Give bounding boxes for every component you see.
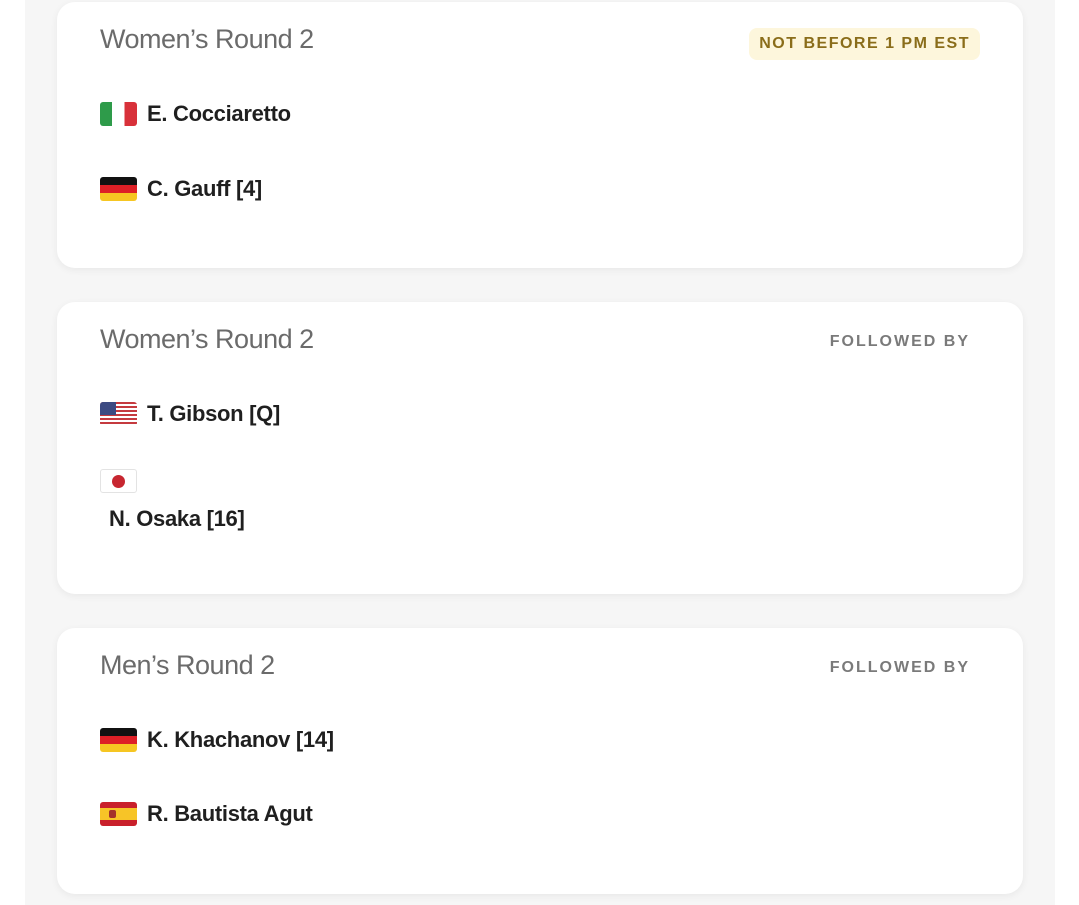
player-name: K. Khachanov [14] — [147, 727, 334, 752]
player-name: R. Bautista Agut — [147, 801, 313, 826]
germany-flag-icon — [100, 177, 137, 201]
start-time-badge: NOT BEFORE 1 PM EST — [749, 28, 980, 60]
germany-flag-icon — [100, 728, 137, 752]
order-badge: FOLLOWED BY — [829, 659, 970, 676]
player-name: N. Osaka [16] — [109, 506, 245, 531]
player-name: T. Gibson [Q] — [147, 401, 280, 426]
player-name: C. Gauff [4] — [147, 176, 262, 201]
player-row[interactable]: C. Gauff [4] — [100, 176, 262, 202]
match-card[interactable]: Women’s Round 2 FOLLOWED BY T. Gibson [Q… — [57, 302, 1023, 594]
order-badge: FOLLOWED BY — [829, 333, 970, 350]
player-row[interactable]: E. Cocciaretto — [100, 101, 291, 127]
italy-flag-icon — [100, 102, 137, 126]
spain-flag-icon — [100, 802, 137, 826]
usa-flag-icon — [100, 402, 137, 426]
player-row[interactable]: T. Gibson [Q] — [100, 401, 280, 427]
player-row[interactable]: R. Bautista Agut — [100, 801, 313, 827]
match-card[interactable]: Women’s Round 2 NOT BEFORE 1 PM EST E. C… — [57, 2, 1023, 268]
match-card[interactable]: Men’s Round 2 FOLLOWED BY K. Khachanov [… — [57, 628, 1023, 894]
player-row[interactable]: K. Khachanov [14] — [100, 727, 334, 753]
player-row[interactable]: N. Osaka [16] — [100, 469, 245, 532]
match-round-title: Men’s Round 2 — [100, 650, 275, 680]
player-name: E. Cocciaretto — [147, 101, 291, 126]
match-round-title: Women’s Round 2 — [100, 324, 314, 354]
match-round-title: Women’s Round 2 — [100, 24, 314, 54]
japan-flag-icon — [100, 469, 137, 493]
